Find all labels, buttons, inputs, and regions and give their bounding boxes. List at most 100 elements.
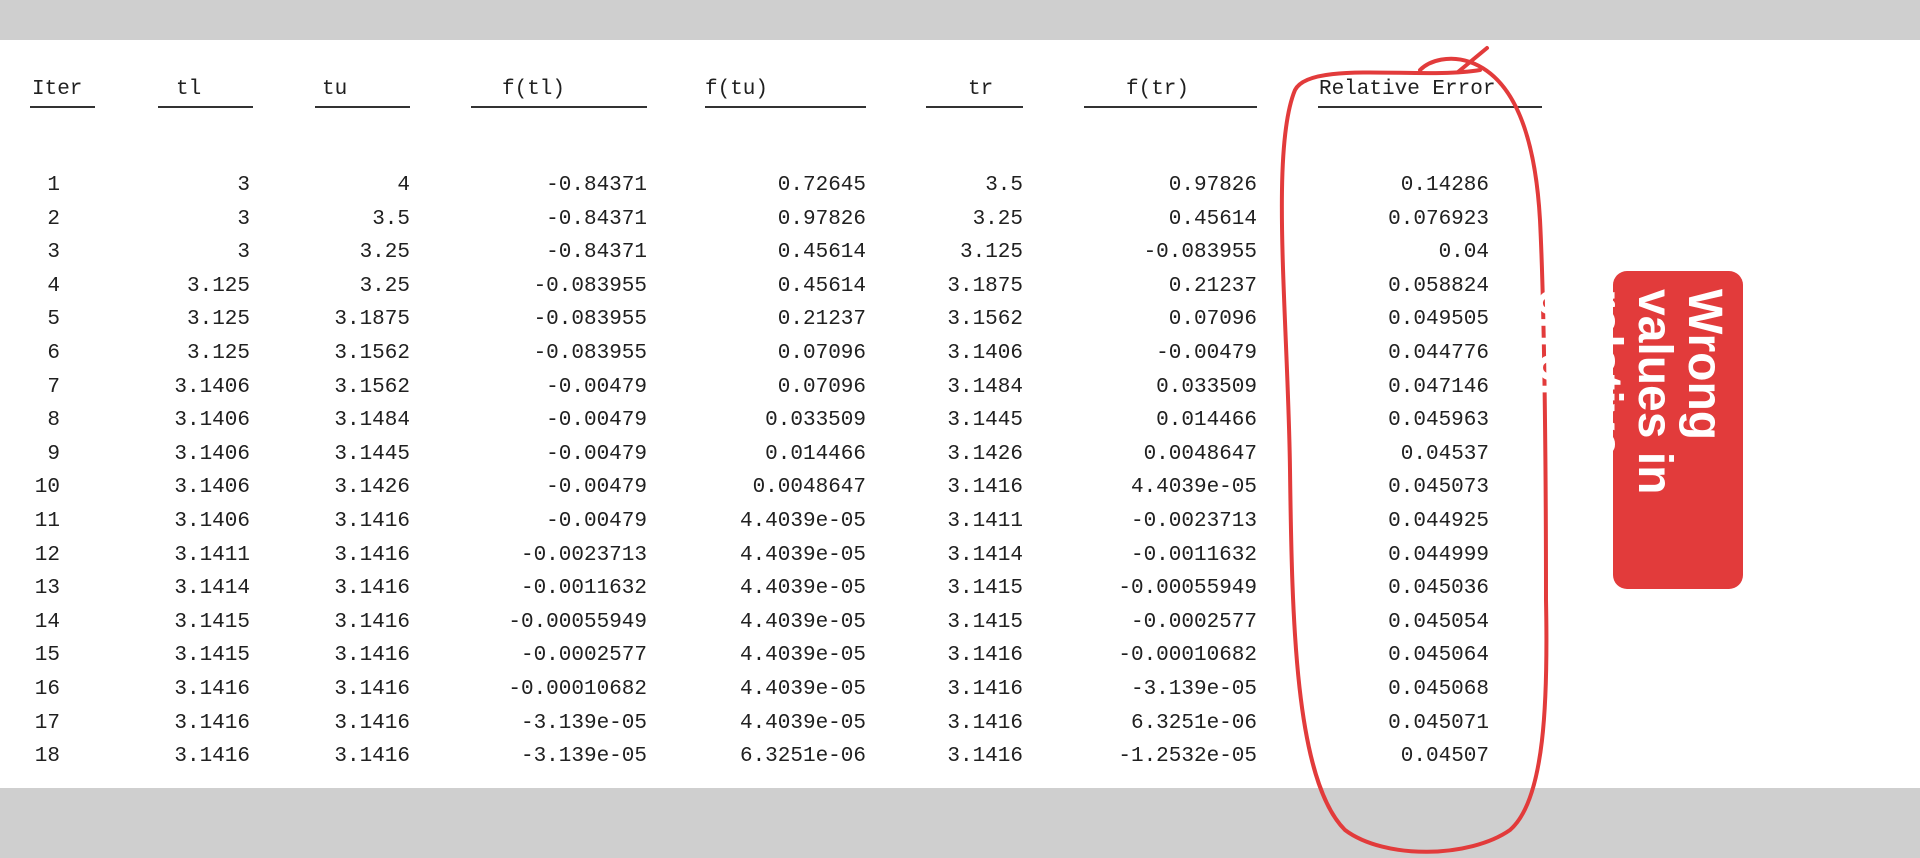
table-cell: -0.0011632 [520,577,647,601]
table-cell: -1.2532e-05 [1118,745,1257,769]
table-cell: 3.1406 [947,342,1023,365]
table-cell: 3.1426 [947,442,1023,466]
column-header: tu [322,78,348,101]
annotation-badge: Wrong values in relative error [1528,271,1743,589]
table-cell: 3.1426 [334,476,410,500]
table-cell: 3.1416 [334,745,410,769]
column-header: f(tu) [705,78,769,101]
table-cell: 0.044925 [1388,510,1489,533]
table-cell: -0.083955 [533,274,647,298]
column-header: f(tr) [1126,78,1190,101]
column-header: Iter [32,78,83,101]
table-cell: 3.25 [359,241,410,265]
table-cell: 0.047146 [1388,375,1489,399]
table-cell: 0.045963 [1388,409,1489,433]
header-underline [471,106,647,108]
table-cell: 0.45614 [1168,207,1257,231]
table-cell: -0.0002577 [1130,610,1257,634]
table-row: 1 3 4 -0.84371 0.72645 3.5 0.97826 0.14286 [0,172,1920,200]
table-cell: 0.045064 [1388,644,1489,668]
table-cell: -0.00479 [546,476,647,500]
annotation-line-1: Wrong values in [1628,289,1731,495]
table-cell: 3.1416 [947,476,1023,500]
table-cell: -0.00479 [546,442,647,466]
table-cell: -0.00055949 [508,610,647,634]
table-cell: -0.00055949 [1118,577,1257,601]
table-row: 15 3.1415 3.1416 -0.0002577 4.4039e-05 3.1416… [0,642,1920,670]
table-cell: 3.125 [959,241,1023,265]
table-cell: 3.1562 [334,375,410,399]
table-cell: 0.014466 [1156,409,1257,433]
table-cell: 3.1562 [334,342,410,365]
table-cell: -0.84371 [546,174,647,197]
table-cell: -0.0011632 [1130,543,1257,567]
table-cell: 3.1416 [334,577,410,601]
table-cell: 3.1411 [947,510,1023,533]
table-cell: 0.04507 [1400,745,1489,769]
table-cell: 3.5 [985,174,1023,197]
table-row: 17 3.1416 3.1416 -3.139e-05 4.4039e-05 3.1416… [0,710,1920,738]
table-cell: 4 [397,174,410,197]
table-cell: 3.1445 [334,442,410,466]
column-header: Relative Error [1319,78,1496,101]
table-cell: -0.00010682 [508,678,647,701]
header-underline [705,106,866,108]
column-header: tl [176,78,202,101]
table-cell: 0.21237 [1168,274,1257,298]
header-underline [1318,106,1542,108]
table-cell: 3.1416 [947,711,1023,735]
header-underline [30,106,95,108]
table-cell: 3.1416 [334,610,410,634]
header-underline [1084,106,1257,108]
table-cell: 3.25 [359,274,410,298]
table-cell: -0.00010682 [1118,644,1257,668]
table-cell: 0.049505 [1388,308,1489,332]
table-cell: 6.3251e-06 [1130,711,1257,735]
column-header: tr [968,78,994,101]
table-cell: 0.044776 [1388,342,1489,365]
table-cell: -3.139e-05 [520,745,647,769]
table-cell: 0.076923 [1388,207,1489,231]
table-cell: 0.045073 [1388,476,1489,500]
table-cell: 0.04537 [1400,442,1489,466]
table-cell: -0.00479 [546,510,647,533]
table-cell: -0.0023713 [1130,510,1257,533]
table-cell: -0.00479 [546,409,647,433]
table-cell: 0.058824 [1388,274,1489,298]
table-row: 14 3.1415 3.1416 -0.00055949 4.4039e-05 3.141… [0,609,1920,637]
table-cell: -0.083955 [533,308,647,332]
table-row: 3 3 3.25 -0.84371 0.45614 3.125 -0.083955 0.04 [0,239,1920,267]
table-cell: 3.1416 [334,543,410,567]
table-cell: -0.083955 [1143,241,1257,265]
table-cell: 3.1415 [947,610,1023,634]
table-cell: -0.0002577 [520,644,647,668]
table-cell: 3.1875 [947,274,1023,298]
table-cell: 3.1416 [947,745,1023,769]
table-cell: -3.139e-05 [520,711,647,735]
header-underline [926,106,1023,108]
table-cell: 3.1416 [947,644,1023,668]
table-cell: 0.045036 [1388,577,1489,601]
table-cell: 3.1415 [947,577,1023,601]
table-cell: 3.1562 [947,308,1023,332]
table-cell: -0.083955 [533,342,647,365]
table-cell: 0.0048647 [1143,442,1257,466]
table-cell: 3.1416 [334,510,410,533]
header-underline [158,106,253,108]
table-cell: -3.139e-05 [1130,678,1257,701]
table-row: 16 3.1416 3.1416 -0.00010682 4.4039e-05 3.141… [0,676,1920,704]
table-cell: 3.1484 [334,409,410,433]
table-cell: 0.14286 [1400,174,1489,197]
table-cell: -0.84371 [546,207,647,231]
table-cell: 4.4039e-05 [1130,476,1257,500]
table-cell: 0.045054 [1388,610,1489,634]
table-cell: -0.0023713 [520,543,647,567]
table-cell: -0.00479 [1156,342,1257,365]
table-cell: 0.045071 [1388,711,1489,735]
table-cell: 0.045068 [1388,678,1489,701]
table-cell: 3.1445 [947,409,1023,433]
table-row: 2 3 3.5 -0.84371 0.97826 3.25 0.45614 0.076923 [0,206,1920,234]
table-cell: 0.07096 [1168,308,1257,332]
table-cell: 3.1416 [947,678,1023,701]
table-cell: 3.5 [372,207,410,231]
